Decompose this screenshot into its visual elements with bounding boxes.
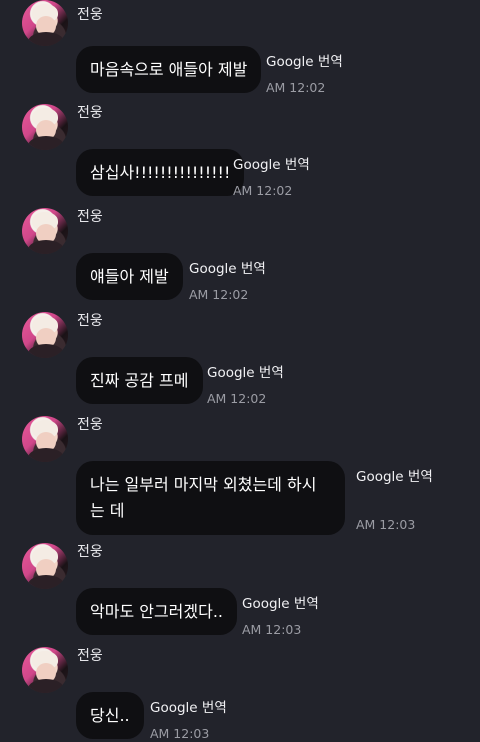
avatar[interactable] (22, 647, 68, 693)
message-bubble[interactable]: 진짜 공감 프메 (76, 357, 203, 404)
avatar[interactable] (22, 543, 68, 589)
message-time: AM 12:02 (233, 183, 293, 198)
message-time: AM 12:03 (356, 517, 416, 532)
message-bubble[interactable]: 악마도 안그러겠다.. (76, 588, 238, 635)
avatar[interactable] (22, 104, 68, 150)
message-bubble[interactable]: 삼십사!!!!!!!!!!!!!!! (76, 149, 245, 196)
sender-name: 전웅 (77, 105, 103, 121)
message-bubble[interactable]: 나는 일부러 마지막 외쳤는데 하시는 데 (76, 461, 345, 535)
message-time: AM 12:03 (150, 726, 210, 741)
avatar[interactable] (22, 0, 68, 46)
message-bubble[interactable]: 당신.. (76, 692, 144, 739)
translate-link[interactable]: Google 번역 (207, 361, 284, 381)
translate-link[interactable]: Google 번역 (356, 465, 433, 485)
translate-link[interactable]: Google 번역 (150, 696, 227, 716)
sender-name: 전웅 (77, 648, 103, 664)
message-time: AM 12:02 (207, 391, 267, 406)
avatar[interactable] (22, 416, 68, 462)
sender-name: 전웅 (77, 544, 103, 560)
translate-link[interactable]: Google 번역 (242, 592, 319, 612)
message-time: AM 12:02 (189, 287, 249, 302)
translate-link[interactable]: Google 번역 (189, 257, 266, 277)
message-time: AM 12:02 (266, 80, 326, 95)
avatar[interactable] (22, 312, 68, 358)
translate-link[interactable]: Google 번역 (233, 153, 310, 173)
translate-link[interactable]: Google 번역 (266, 50, 343, 70)
avatar[interactable] (22, 208, 68, 254)
sender-name: 전웅 (77, 313, 103, 329)
chat-log: 전웅 마음속으로 애들아 제발 Google 번역 AM 12:02 전웅 삼십… (0, 0, 480, 742)
message-bubble[interactable]: 얘들아 제발 (76, 253, 183, 300)
sender-name: 전웅 (77, 7, 103, 23)
sender-name: 전웅 (77, 209, 103, 225)
message-time: AM 12:03 (242, 622, 302, 637)
sender-name: 전웅 (77, 417, 103, 433)
message-bubble[interactable]: 마음속으로 애들아 제발 (76, 46, 262, 93)
